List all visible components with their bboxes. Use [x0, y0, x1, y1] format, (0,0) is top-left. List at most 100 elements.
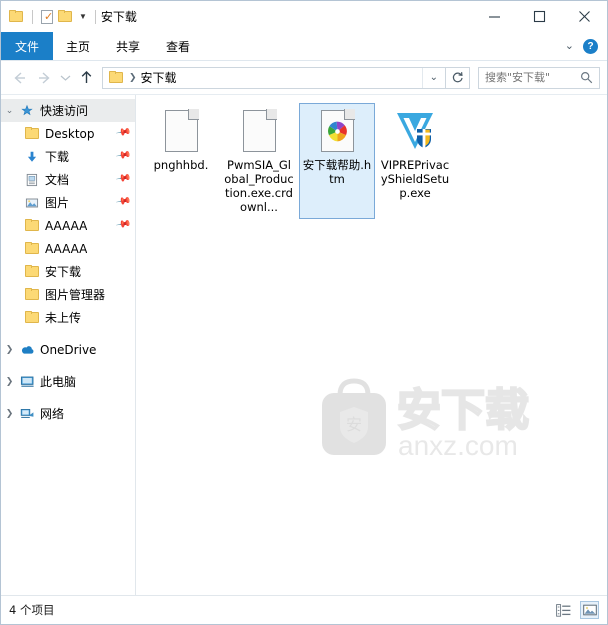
tab-file[interactable]: 文件: [1, 32, 54, 60]
tab-view[interactable]: 查看: [153, 32, 203, 60]
sidebar-item-anxiazai[interactable]: 安下载: [1, 260, 135, 283]
breadcrumb-separator-icon: ❯: [129, 72, 137, 82]
folder-icon: [23, 288, 41, 301]
sidebar-item-label: Desktop: [45, 126, 95, 141]
folder-icon: [23, 127, 41, 140]
sidebar-item-desktop[interactable]: Desktop 📌: [1, 122, 135, 145]
file-name: VIPREPrivacyShieldSetup.exe: [380, 158, 450, 200]
file-item[interactable]: pnghhbd.: [143, 103, 219, 219]
sidebar-item-label: 安下载: [45, 265, 82, 279]
tab-home[interactable]: 主页: [53, 32, 103, 60]
toolbar-divider: [32, 9, 33, 24]
close-button[interactable]: [562, 1, 607, 32]
refresh-button[interactable]: [446, 66, 470, 89]
address-dropdown-chevron-down-icon[interactable]: ⌄: [421, 67, 445, 88]
document-check-icon[interactable]: ✓: [41, 9, 53, 24]
watermark-brand: 安下载: [397, 385, 529, 436]
file-explorer-window: ✓ ▼ 安下载 文件 主页 共享 查看 ⌄ ? ❯ 安下载 ⌄ 搜索"安下载" …: [0, 0, 608, 625]
new-folder-icon[interactable]: [58, 10, 73, 23]
sidebar-item-onedrive[interactable]: ❯ OneDrive: [1, 338, 135, 361]
ribbon-right-controls: ⌄ ?: [565, 32, 603, 60]
watermark: 安 安下载 anxz.com: [312, 367, 552, 472]
sidebar-item-quick-access[interactable]: ⌄ 快速访问: [1, 99, 135, 122]
search-icon[interactable]: [578, 71, 599, 84]
search-input[interactable]: [479, 70, 578, 85]
sidebar-item-label: 此电脑: [40, 375, 77, 389]
maximize-button[interactable]: [517, 1, 562, 32]
download-icon: [23, 150, 41, 164]
help-icon[interactable]: ?: [583, 38, 598, 54]
sidebar-item-label: AAAAA: [45, 241, 88, 256]
star-pin-icon: [18, 104, 36, 118]
recent-locations-chevron-down-icon[interactable]: [56, 66, 74, 90]
window-controls: [472, 1, 607, 32]
sidebar-item-aaaaa-2[interactable]: AAAAA: [1, 237, 135, 260]
toolbar-divider: [94, 9, 96, 24]
details-view-icon[interactable]: [554, 601, 573, 619]
svg-text:安: 安: [346, 415, 362, 434]
chevron-right-icon[interactable]: ❯: [1, 345, 18, 355]
folder-icon: [23, 265, 41, 278]
address-field[interactable]: ❯ 安下载 ⌄: [102, 66, 446, 89]
folder-icon: [23, 242, 41, 255]
file-item[interactable]: PwmSIA_Global_Production.exe.crdownl...: [221, 103, 297, 219]
back-button[interactable]: [8, 66, 32, 90]
sidebar-item-label: 图片管理器: [45, 288, 106, 302]
sidebar-item-documents[interactable]: 文档 📌: [1, 168, 135, 191]
sidebar-item-aaaaa-1[interactable]: AAAAA 📌: [1, 214, 135, 237]
chevron-down-icon[interactable]: ⌄: [1, 106, 18, 116]
watermark-domain: anxz.com: [398, 430, 518, 461]
sidebar-item-label: 快速访问: [40, 104, 89, 118]
html-pinwheel-icon: [313, 107, 361, 155]
address-bar: ❯ 安下载 ⌄: [1, 61, 607, 94]
chevron-down-icon[interactable]: ▼: [79, 12, 87, 21]
item-count: 4 个项目: [9, 603, 55, 617]
minimize-button[interactable]: [472, 1, 517, 32]
file-name: pnghhbd.: [153, 158, 209, 172]
breadcrumb-folder-icon: [109, 71, 124, 84]
sidebar-item-not-uploaded[interactable]: 未上传: [1, 306, 135, 329]
chevron-right-icon[interactable]: ❯: [1, 377, 18, 387]
file-item[interactable]: VIPREPrivacyShieldSetup.exe: [377, 103, 453, 219]
sidebar-item-label: 下载: [45, 150, 70, 164]
sidebar-item-label: 网络: [40, 407, 65, 421]
sidebar-item-picture-manager[interactable]: 图片管理器: [1, 283, 135, 306]
sidebar-item-network[interactable]: ❯ 网络: [1, 402, 135, 425]
tab-share[interactable]: 共享: [103, 32, 153, 60]
sidebar-item-label: OneDrive: [40, 342, 97, 357]
explorer-body: ⌄ 快速访问 Desktop 📌 下载 📌 文档 📌 图片 📌 AAAAA 📌 …: [1, 94, 607, 595]
pictures-icon: [23, 196, 41, 210]
breadcrumb-item[interactable]: 安下载: [141, 69, 177, 86]
folder-icon[interactable]: [9, 10, 24, 23]
sidebar-item-label: AAAAA: [45, 218, 88, 233]
title-bar: ✓ ▼ 安下载: [1, 1, 607, 32]
window-title: 安下载: [100, 10, 137, 24]
pin-icon: 📌: [114, 147, 132, 165]
sidebar-item-downloads[interactable]: 下载 📌: [1, 145, 135, 168]
sidebar-item-this-pc[interactable]: ❯ 此电脑: [1, 370, 135, 393]
blank-document-icon: [157, 107, 205, 155]
file-item-selected[interactable]: 安下载帮助.htm: [299, 103, 375, 219]
file-name: 安下载帮助.htm: [302, 158, 372, 186]
folder-icon: [23, 219, 41, 232]
file-name: PwmSIA_Global_Production.exe.crdownl...: [224, 158, 294, 214]
sidebar-item-pictures[interactable]: 图片 📌: [1, 191, 135, 214]
large-icons-view-icon[interactable]: [580, 601, 599, 619]
pin-icon: 📌: [114, 193, 132, 211]
search-box[interactable]: [478, 66, 600, 89]
expand-ribbon-chevron-down-icon[interactable]: ⌄: [565, 40, 574, 52]
file-list-view[interactable]: pnghhbd. PwmSIA_Global_Production.exe.cr…: [136, 95, 607, 595]
folder-icon: [23, 311, 41, 324]
blank-document-icon: [235, 107, 283, 155]
forward-button[interactable]: [32, 66, 56, 90]
chevron-right-icon[interactable]: ❯: [1, 409, 18, 419]
up-button[interactable]: [74, 66, 98, 90]
status-bar: 4 个项目: [1, 595, 607, 624]
pin-icon: 📌: [114, 170, 132, 188]
documents-icon: [23, 173, 41, 187]
navigation-pane: ⌄ 快速访问 Desktop 📌 下载 📌 文档 📌 图片 📌 AAAAA 📌 …: [1, 95, 136, 595]
file-grid: pnghhbd. PwmSIA_Global_Production.exe.cr…: [136, 95, 607, 221]
onedrive-icon: [18, 343, 36, 356]
sidebar-item-label: 未上传: [45, 311, 82, 325]
sidebar-item-label: 文档: [45, 173, 70, 187]
